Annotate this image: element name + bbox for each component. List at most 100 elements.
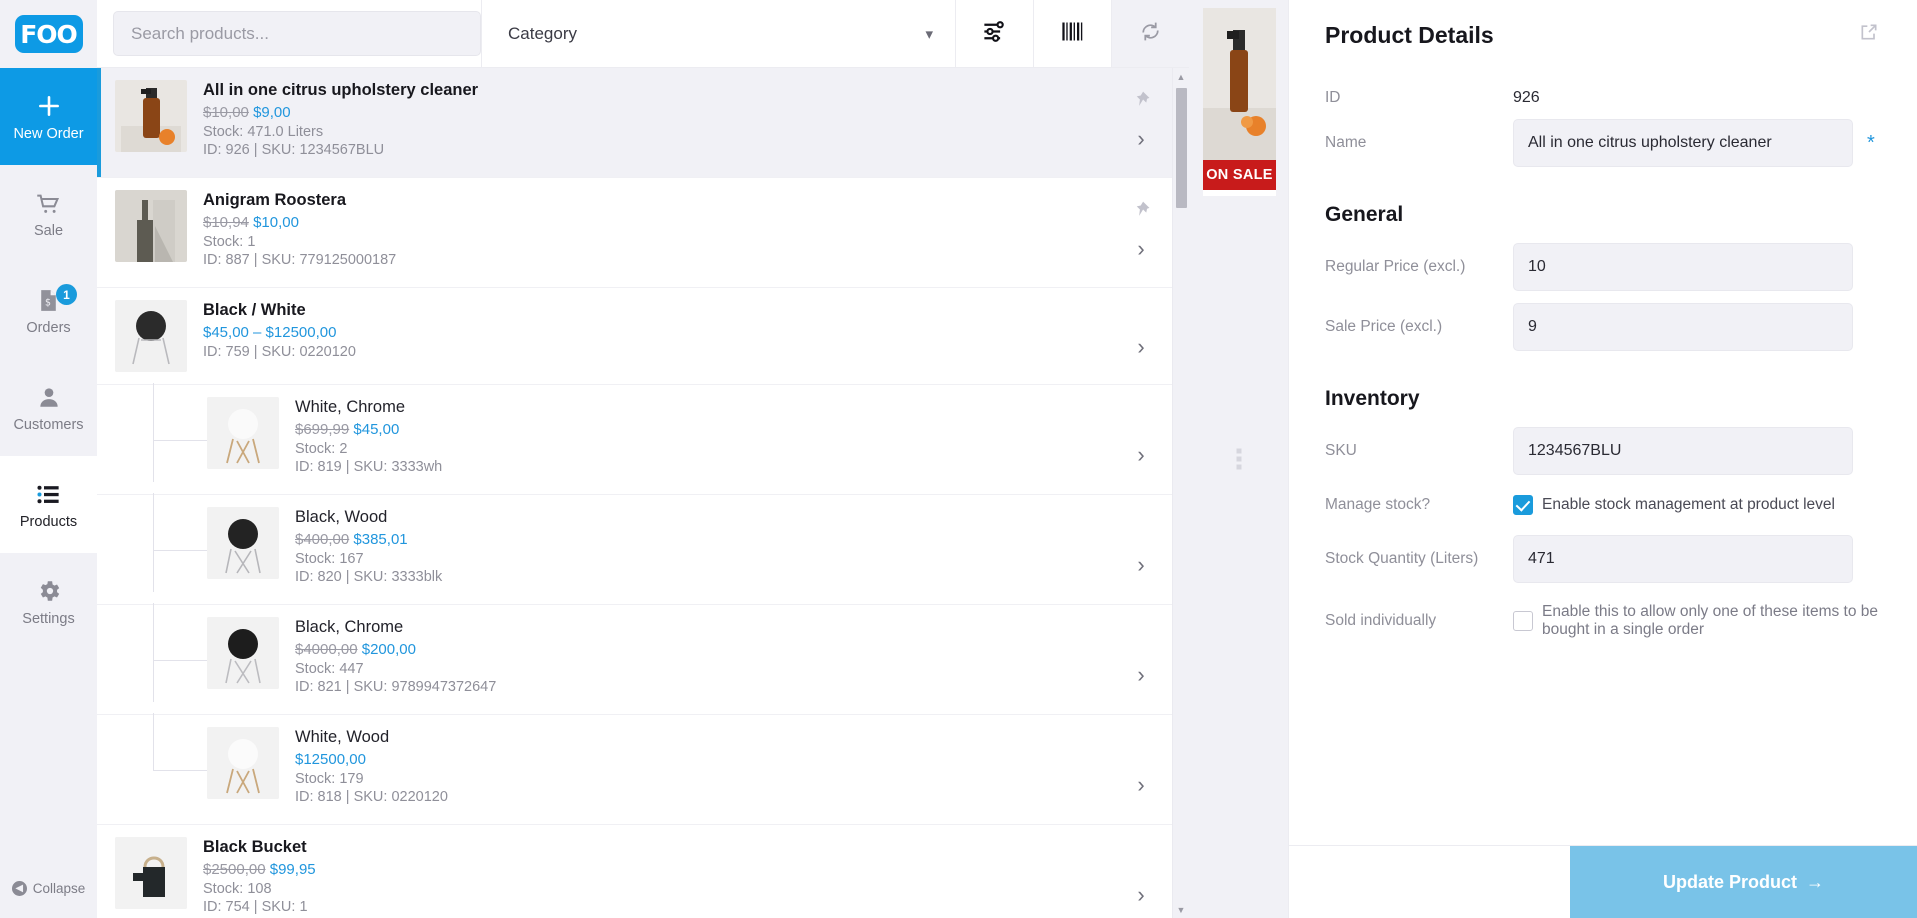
field-label-id: ID — [1325, 89, 1341, 106]
sliders-icon — [981, 18, 1008, 50]
brand-logo[interactable]: FOO — [0, 0, 97, 68]
field-row-id: ID 926 — [1325, 83, 1879, 113]
list-scrollbar[interactable]: ▲ ▼ — [1172, 68, 1189, 918]
variant-tree-connector — [125, 383, 207, 482]
table-row[interactable]: White, Chrome $699,99 $45,00 Stock: 2 ID… — [97, 383, 1189, 495]
chevron-right-icon[interactable]: › — [1137, 553, 1144, 576]
product-stock: Stock: 447 — [295, 661, 364, 677]
product-meta: ID: 754 | SKU: 1 — [203, 899, 308, 915]
product-price: $2500,00 $99,95 — [203, 861, 1093, 878]
product-name: Black, Wood — [295, 508, 388, 526]
pin-icon[interactable] — [1132, 200, 1151, 224]
product-info: White, Wood $12500,00 Stock: 179 ID: 818… — [295, 727, 1093, 807]
sidebar-item-products[interactable]: Products — [0, 456, 97, 553]
search-input[interactable] — [131, 23, 463, 44]
pin-icon[interactable] — [1132, 90, 1151, 114]
regular-price-input[interactable]: 10 — [1513, 243, 1853, 291]
product-price: $400,00 $385,01 — [295, 531, 1093, 548]
product-price: $10,00 $9,00 — [203, 104, 1093, 121]
search-box[interactable] — [113, 11, 481, 56]
product-toolbar: Category ▾ — [97, 0, 1189, 68]
chevron-right-icon[interactable]: › — [1137, 336, 1144, 358]
detail-content: Product Details ID 926 Name All in one c… — [1289, 0, 1917, 653]
chevron-right-icon[interactable]: › — [1137, 883, 1144, 906]
product-info: White, Chrome $699,99 $45,00 Stock: 2 ID… — [295, 397, 1093, 477]
category-dropdown[interactable]: Category ▾ — [481, 0, 955, 67]
price-new: $99,95 — [269, 861, 316, 878]
detail-footer: Update Product → — [1289, 846, 1917, 918]
refresh-button[interactable] — [1111, 0, 1189, 67]
table-row[interactable]: All in one citrus upholstery cleaner $10… — [97, 68, 1189, 178]
arrow-right-icon: → — [1806, 871, 1824, 892]
table-row[interactable]: Black / White $45,00 – $12500,00 ID: 759… — [97, 288, 1189, 385]
product-price: $10,94 $10,00 — [203, 214, 1093, 231]
category-dropdown-label: Category — [508, 23, 577, 43]
product-stock: Stock: 1 — [203, 234, 256, 250]
chevron-right-icon[interactable]: › — [1137, 773, 1144, 796]
update-product-button[interactable]: Update Product → — [1570, 846, 1917, 918]
sidebar-item-settings[interactable]: Settings — [0, 553, 97, 650]
product-name: Black / White — [203, 301, 306, 319]
orders-badge: 1 — [56, 284, 77, 305]
manage-stock-checkbox[interactable] — [1513, 495, 1533, 515]
price-new: $385,01 — [353, 531, 408, 548]
panel-drag-handle[interactable] — [1236, 448, 1241, 470]
scroll-down-arrow[interactable]: ▼ — [1173, 901, 1189, 918]
stock-quantity-input[interactable]: 471 — [1513, 535, 1853, 583]
required-marker: * — [1867, 131, 1875, 154]
sidebar-item-customers[interactable]: Customers — [0, 359, 97, 456]
product-name: All in one citrus upholstery cleaner — [203, 81, 479, 99]
filter-button[interactable] — [955, 0, 1033, 67]
variant-tree-connector — [125, 493, 207, 592]
update-product-label: Update Product — [1662, 871, 1797, 892]
preview-column: ON SALE — [1189, 0, 1288, 918]
sale-price-input[interactable]: 9 — [1513, 303, 1853, 351]
name-input[interactable]: All in one citrus upholstery cleaner — [1513, 119, 1853, 167]
field-label-manage-stock: Manage stock? — [1325, 496, 1431, 513]
product-meta: ID: 819 | SKU: 3333wh — [295, 459, 443, 475]
table-row[interactable]: Black, Wood $400,00 $385,01 Stock: 167 I… — [97, 493, 1189, 605]
table-row[interactable]: Black Bucket $2500,00 $99,95 Stock: 108 … — [97, 825, 1189, 918]
sidebar-item-label-customers: Customers — [13, 417, 84, 433]
collapse-button[interactable]: ◀ Collapse — [0, 881, 97, 896]
product-name: White, Wood — [295, 728, 390, 746]
chevron-right-icon[interactable]: › — [1137, 238, 1144, 260]
table-row[interactable]: White, Wood $12500,00 Stock: 179 ID: 818… — [97, 713, 1189, 825]
sidebar-item-label-settings: Settings — [22, 611, 75, 627]
price-old: $10,00 — [203, 104, 249, 121]
table-row[interactable]: Black, Chrome $4000,00 $200,00 Stock: 44… — [97, 603, 1189, 715]
section-title-inventory: Inventory — [1325, 387, 1420, 410]
scrollbar-thumb[interactable] — [1176, 88, 1187, 208]
field-label-sku: SKU — [1325, 442, 1357, 459]
product-info: Anigram Roostera $10,94 $10,00 Stock: 1 … — [203, 190, 1093, 270]
sidebar-item-new-order[interactable]: New Order — [0, 68, 97, 165]
external-link-icon[interactable] — [1859, 22, 1879, 47]
product-detail-panel: Product Details ID 926 Name All in one c… — [1288, 0, 1917, 918]
sidebar-item-label-products: Products — [19, 514, 78, 530]
cart-icon — [35, 188, 62, 218]
sold-individually-checkbox[interactable] — [1513, 611, 1533, 631]
sku-input[interactable]: 1234567BLU — [1513, 427, 1853, 475]
barcode-button[interactable] — [1033, 0, 1111, 67]
chevron-right-icon[interactable]: › — [1137, 663, 1144, 686]
product-thumbnail — [207, 507, 279, 579]
page-title: Product Details — [1325, 22, 1494, 48]
sold-individually-checkbox-group[interactable]: Enable this to allow only one of these i… — [1513, 603, 1879, 639]
sold-individually-checkbox-label: Enable this to allow only one of these i… — [1542, 603, 1879, 638]
product-preview-card[interactable]: ON SALE — [1203, 8, 1276, 196]
manage-stock-checkbox-group[interactable]: Enable stock management at product level — [1513, 495, 1835, 515]
table-row[interactable]: Anigram Roostera $10,94 $10,00 Stock: 1 … — [97, 178, 1189, 288]
sidebar-item-sale[interactable]: Sale — [0, 165, 97, 262]
field-row-sold-individually: Sold individually Enable this to allow o… — [1325, 589, 1879, 653]
product-thumbnail — [207, 397, 279, 469]
chevron-right-icon[interactable]: › — [1137, 128, 1144, 150]
product-price: $12500,00 — [295, 751, 1093, 768]
sidebar-item-orders[interactable]: 1 $ Orders — [0, 262, 97, 359]
product-list[interactable]: All in one citrus upholstery cleaner $10… — [97, 68, 1189, 918]
field-row-manage-stock: Manage stock? Enable stock management at… — [1325, 481, 1879, 529]
chevron-right-icon[interactable]: › — [1137, 443, 1144, 466]
field-row-sale-price: Sale Price (excl.) 9 — [1325, 297, 1879, 357]
scroll-up-arrow[interactable]: ▲ — [1173, 68, 1189, 85]
list-icon — [35, 479, 62, 509]
product-thumbnail — [115, 190, 187, 262]
